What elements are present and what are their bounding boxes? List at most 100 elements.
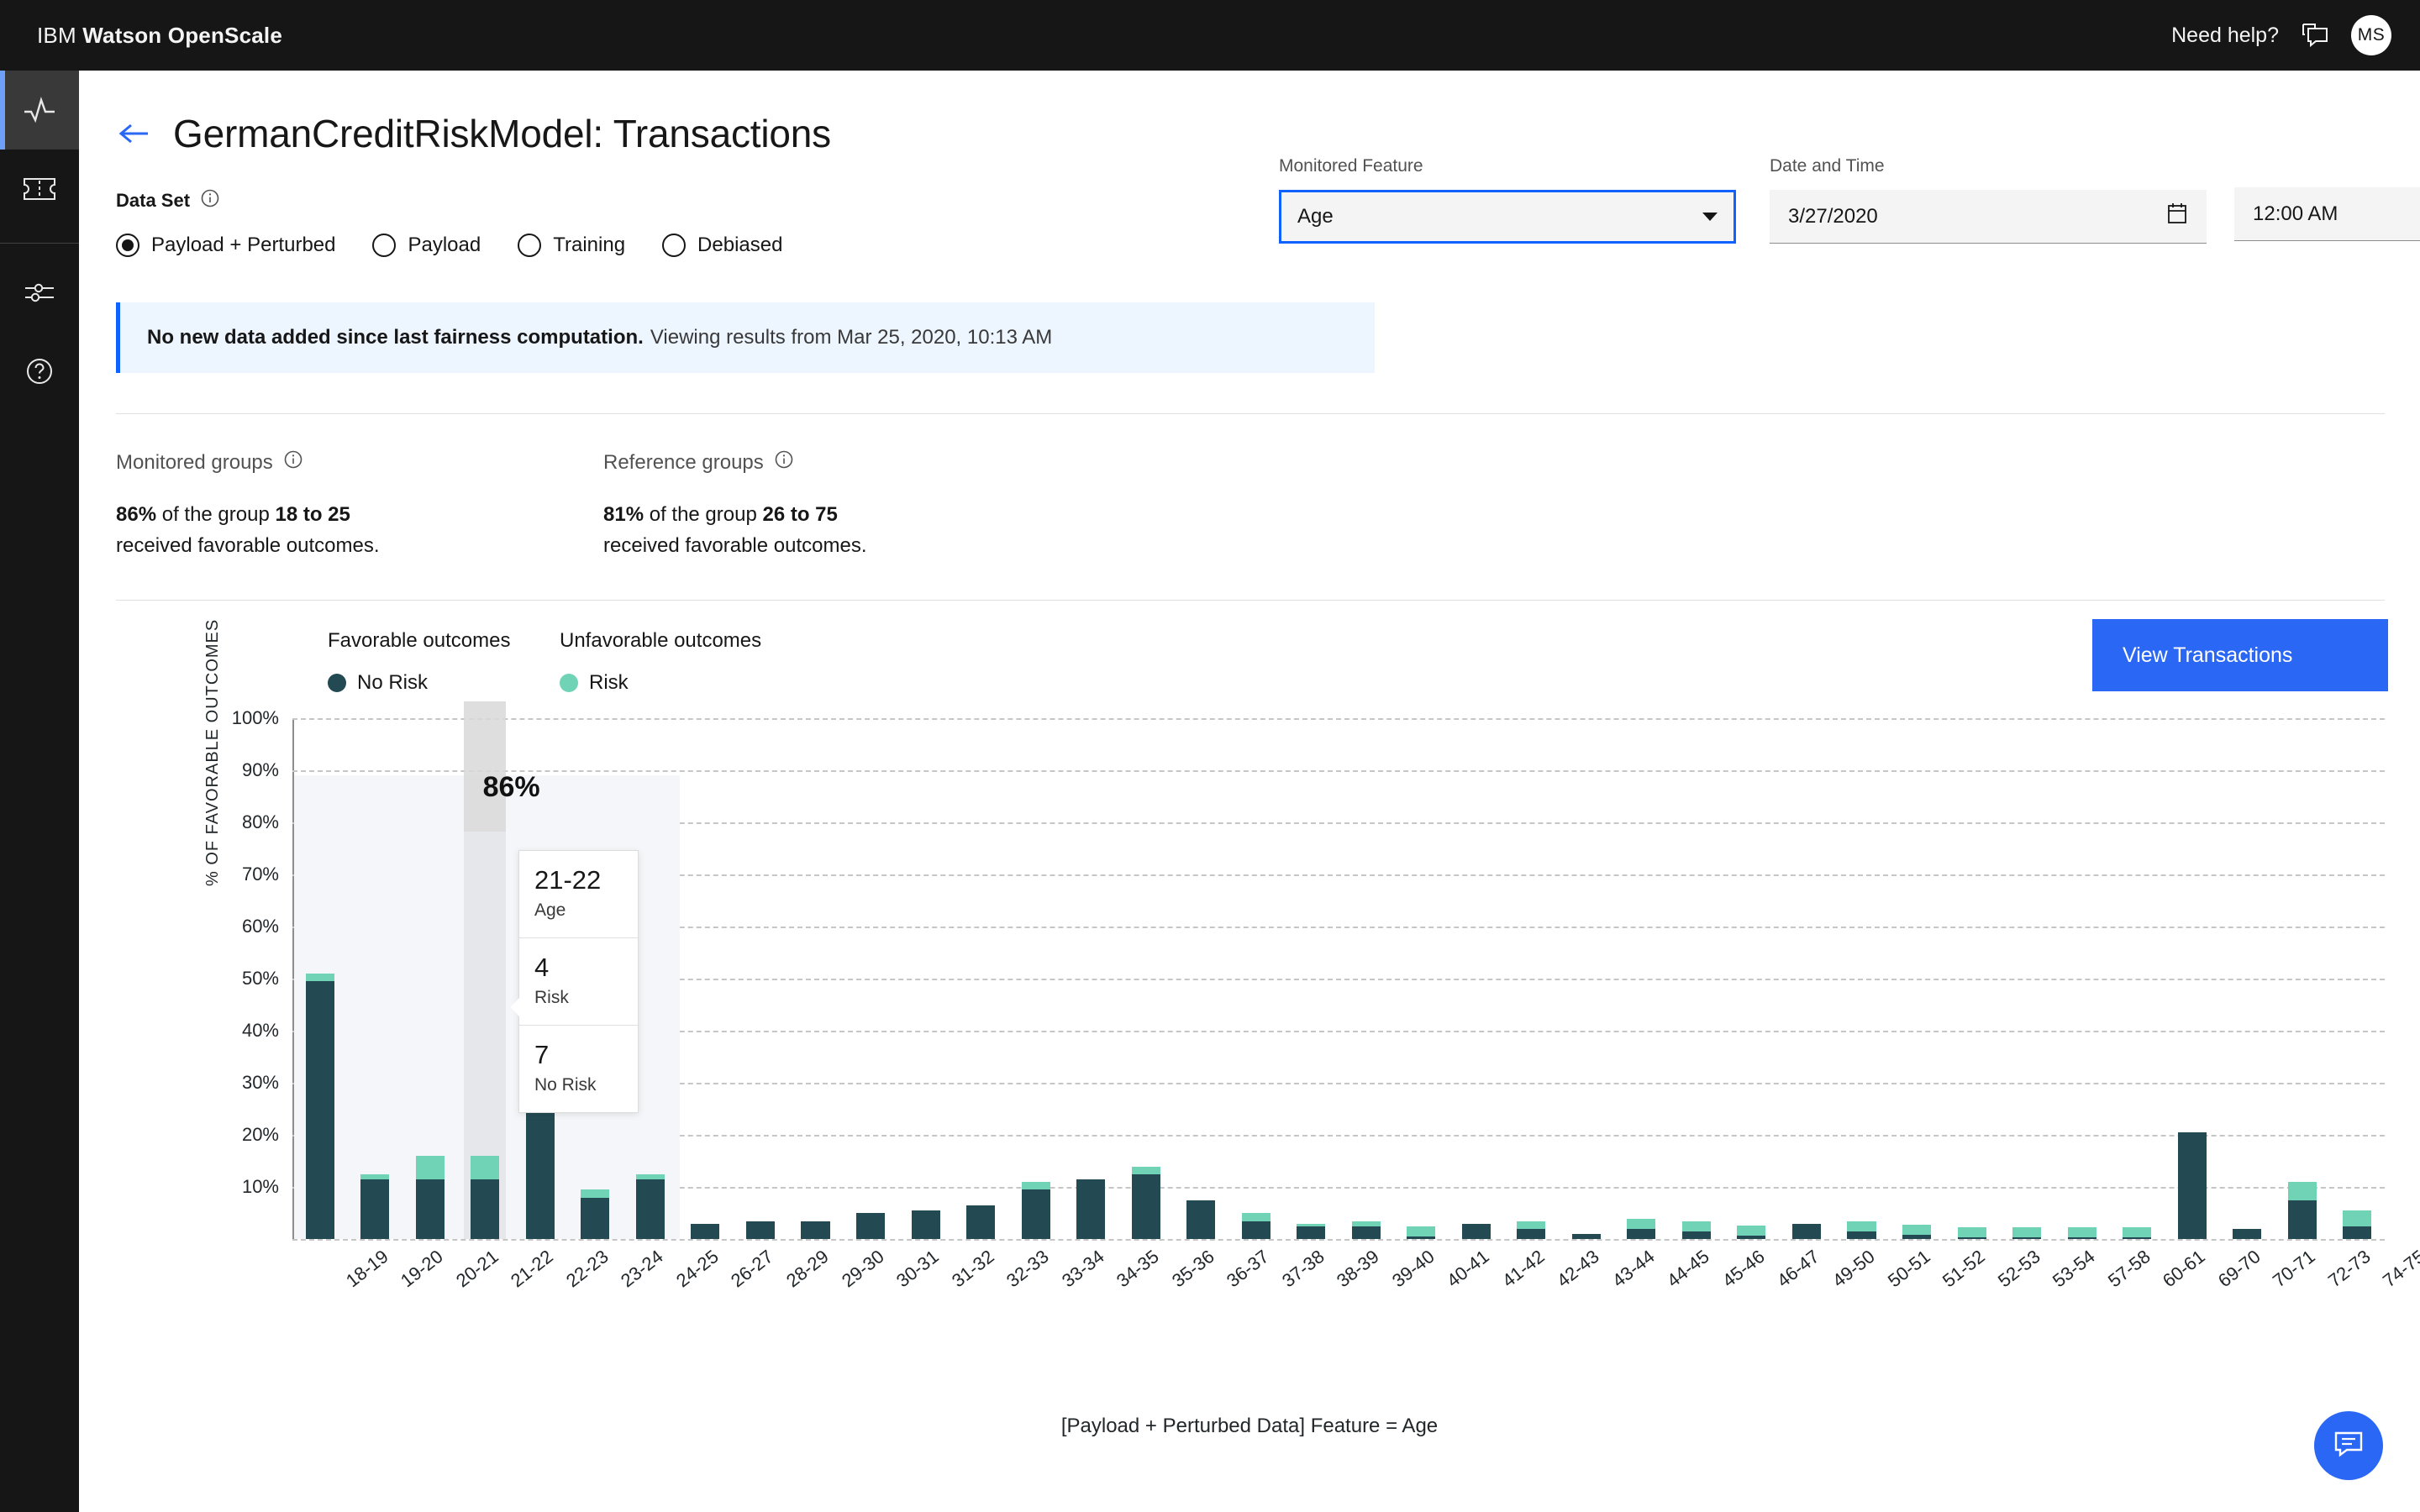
x-axis-tick: 51-52	[1938, 1246, 1989, 1292]
bar-column[interactable]	[2067, 718, 2096, 1240]
bar-column[interactable]	[1902, 718, 1932, 1240]
bar-column[interactable]	[2012, 718, 2042, 1240]
bar-column[interactable]	[745, 718, 775, 1240]
sidebar-item-monitors[interactable]	[0, 71, 79, 150]
bar-segment-risk	[2287, 1182, 2317, 1200]
calendar-icon[interactable]	[2166, 202, 2188, 231]
bar-column[interactable]	[1847, 718, 1876, 1240]
bar-column[interactable]	[1076, 718, 1106, 1240]
y-axis-tick: 100%	[231, 707, 279, 729]
bar-stack	[2177, 1132, 2207, 1240]
bar-column[interactable]	[1517, 718, 1546, 1240]
info-icon[interactable]	[200, 188, 220, 213]
info-icon[interactable]	[283, 449, 303, 475]
bar-segment-no-risk	[471, 1179, 500, 1240]
x-axis-tick: 32-33	[1002, 1246, 1053, 1292]
bar-column[interactable]	[1461, 718, 1491, 1240]
bar-column[interactable]	[1297, 718, 1326, 1240]
bar-stack	[1076, 1179, 1106, 1240]
y-axis-tick: 80%	[241, 811, 279, 833]
bar-column[interactable]	[1186, 718, 1216, 1240]
bar-stack	[1847, 1221, 1876, 1240]
header-actions: Need help? MS	[2171, 15, 2391, 55]
x-axis-labels: 18-19 19-20 20-21 21-22 22-23 23-24 24-25 26-27…	[292, 1246, 2420, 1355]
bar-column[interactable]	[1021, 718, 1050, 1240]
rail-divider	[0, 243, 79, 244]
bar-column[interactable]	[305, 718, 334, 1240]
bar-segment-no-risk	[691, 1223, 720, 1240]
bar-column[interactable]	[966, 718, 996, 1240]
tooltip-arrow	[510, 998, 519, 1016]
monitored-feature-value: Age	[1297, 205, 1334, 228]
legend-item-risk[interactable]: Risk	[560, 671, 761, 695]
gridline-baseline	[292, 1239, 2385, 1242]
bar-column[interactable]	[1571, 718, 1601, 1240]
y-axis-tick: 20%	[241, 1124, 279, 1146]
bar-segment-risk	[471, 1156, 500, 1180]
bar-segment-risk	[1021, 1182, 1050, 1190]
radio-payload-perturbed[interactable]: Payload + Perturbed	[116, 234, 335, 257]
bar-column[interactable]	[801, 718, 830, 1240]
radio-debiased[interactable]: Debiased	[662, 234, 782, 257]
bar-column[interactable]	[360, 718, 390, 1240]
bar-column[interactable]	[691, 718, 720, 1240]
bar-column[interactable]	[1737, 718, 1766, 1240]
bar-segment-no-risk	[1351, 1226, 1381, 1240]
bar-column[interactable]	[1407, 718, 1436, 1240]
bar-column[interactable]	[1627, 718, 1656, 1240]
date-input[interactable]: 3/27/2020	[1770, 190, 2207, 244]
bar-column[interactable]	[1791, 718, 1821, 1240]
bar-column[interactable]	[2233, 718, 2262, 1240]
need-help-link[interactable]: Need help?	[2171, 24, 2279, 48]
time-select[interactable]: 12:00 AM	[2234, 187, 2420, 241]
radio-training[interactable]: Training	[518, 234, 625, 257]
bar-segment-no-risk	[1461, 1223, 1491, 1240]
avatar[interactable]: MS	[2351, 15, 2391, 55]
bar-segment-no-risk	[1571, 1234, 1601, 1240]
bar-column[interactable]	[415, 718, 445, 1240]
monitored-pct-overlay: 86%	[482, 771, 540, 804]
bar-column[interactable]	[2287, 718, 2317, 1240]
bar-stack	[1517, 1221, 1546, 1240]
bar-column[interactable]	[2343, 718, 2372, 1240]
bar-stack	[1297, 1223, 1326, 1240]
bar-segment-risk	[2343, 1210, 2372, 1226]
bar-segment-no-risk	[2233, 1228, 2262, 1240]
view-transactions-button[interactable]: View Transactions	[2092, 619, 2388, 692]
time-field: 12:00 AM	[2234, 187, 2420, 241]
bar-column[interactable]	[635, 718, 665, 1240]
app-brand: IBM Watson OpenScale	[37, 23, 282, 49]
bar-column[interactable]	[1241, 718, 1270, 1240]
x-axis-tick: 41-42	[1497, 1246, 1549, 1292]
bar-column[interactable]	[911, 718, 940, 1240]
sidebar-item-configure[interactable]	[0, 253, 79, 332]
ticket-icon	[23, 177, 56, 201]
bar-column[interactable]	[1681, 718, 1711, 1240]
legend-item-no-risk[interactable]: No Risk	[328, 671, 510, 695]
info-icon[interactable]	[774, 449, 794, 475]
bar-stack	[635, 1173, 665, 1240]
reference-range: 26 to 75	[762, 503, 838, 526]
bar-column[interactable]	[1351, 718, 1381, 1240]
bar-column[interactable]	[2177, 718, 2207, 1240]
sidebar-item-help[interactable]	[0, 332, 79, 411]
chat-icon[interactable]	[2301, 23, 2329, 48]
bar-segment-no-risk	[2012, 1236, 2042, 1240]
chat-fab-button[interactable]	[2314, 1411, 2383, 1480]
bar-column[interactable]	[1131, 718, 1160, 1240]
radio-payload[interactable]: Payload	[372, 234, 481, 257]
bar-column[interactable]	[1957, 718, 1986, 1240]
bar-segment-no-risk	[1902, 1235, 1932, 1240]
bar-column[interactable]	[855, 718, 886, 1240]
bar-segment-no-risk	[1021, 1189, 1050, 1240]
back-arrow-icon[interactable]	[116, 115, 153, 152]
bar-column[interactable]	[2123, 718, 2152, 1240]
monitored-feature-select[interactable]: Age	[1279, 190, 1736, 244]
bar-stack	[2012, 1226, 2042, 1240]
bar-segment-risk	[1241, 1213, 1270, 1221]
bar-segment-no-risk	[911, 1210, 940, 1240]
dataset-label-wrap: Data Set	[116, 188, 1200, 213]
bar-segment-no-risk	[1517, 1228, 1546, 1240]
x-axis-tick: 23-24	[617, 1246, 668, 1292]
sidebar-item-tickets[interactable]	[0, 150, 79, 228]
